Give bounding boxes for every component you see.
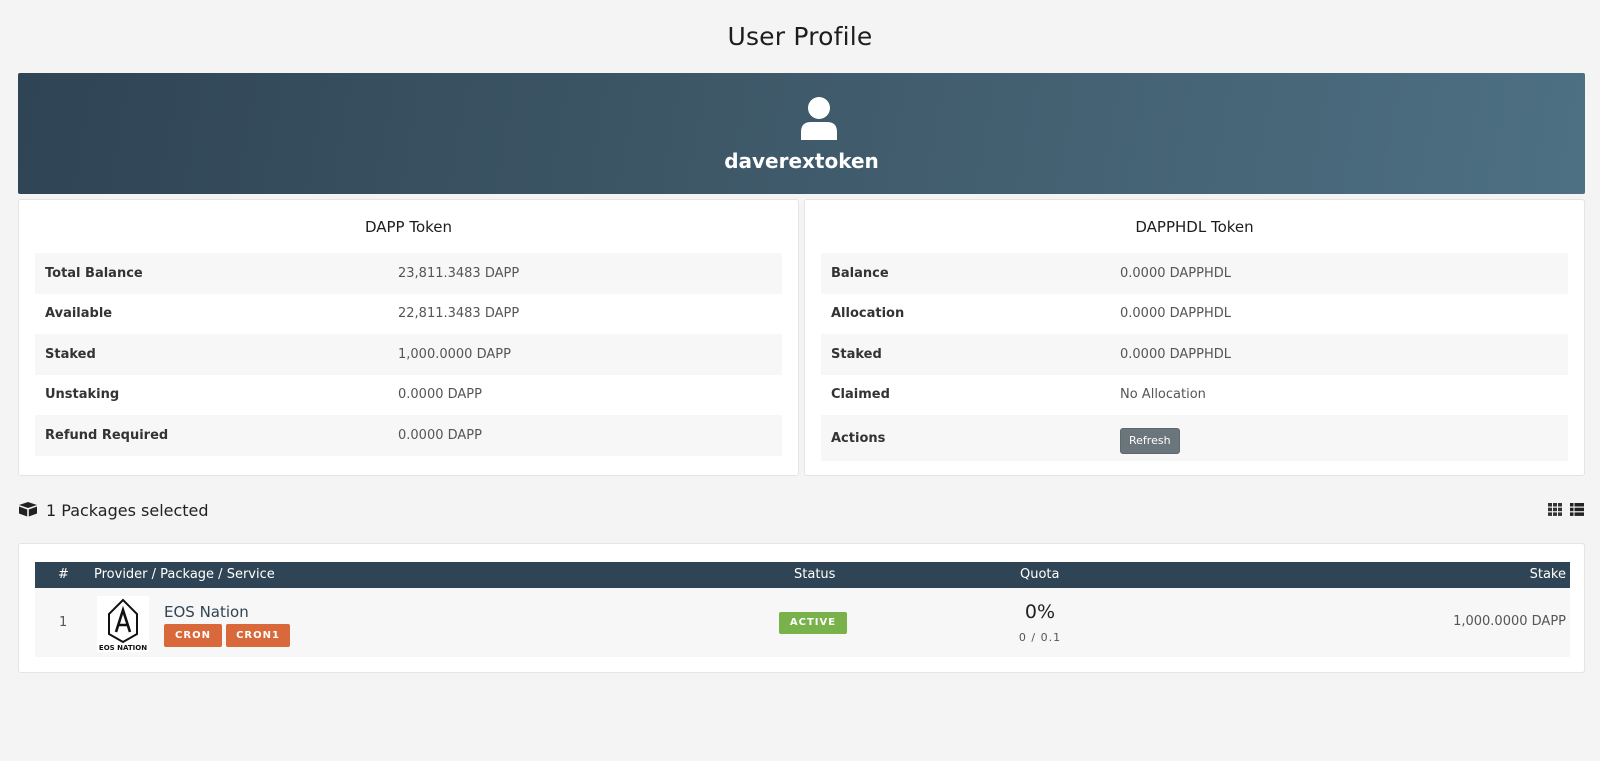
dapphdl-token-title: DAPPHDL Token [1135, 218, 1254, 236]
packages-table-header: # Provider / Package / Service Status Qu… [35, 562, 1570, 588]
row-label: Unstaking [45, 387, 120, 403]
profile-username: daverextoken [724, 149, 879, 173]
dapphdl-row-balance: Balance 0.0000 DAPPHDL [821, 253, 1568, 294]
row-label: Total Balance [45, 265, 143, 281]
col-quota: Quota [1020, 567, 1060, 582]
dapphdl-row-allocation: Allocation 0.0000 DAPPHDL [821, 294, 1568, 335]
row-label: Available [45, 306, 113, 322]
row-label: Claimed [831, 387, 890, 403]
provider-name[interactable]: EOS Nation [164, 603, 249, 621]
grid-view-icon[interactable] [1548, 503, 1562, 516]
dapphdl-token-card: DAPPHDL Token Balance 0.0000 DAPPHDL All… [804, 199, 1585, 476]
row-value: 0.0000 DAPPHDL [1120, 306, 1232, 322]
row-value: 0.0000 DAPPHDL [1120, 346, 1232, 362]
stake-value: 1,000.0000 DAPP [1453, 614, 1566, 629]
packages-header: 1 Packages selected [18, 499, 1585, 521]
row-value: No Allocation [1120, 387, 1206, 403]
row-label: Refund Required [45, 427, 169, 443]
dapp-row-refund-required: Refund Required 0.0000 DAPP [35, 415, 782, 456]
dapp-row-available: Available 22,811.3483 DAPP [35, 294, 782, 335]
col-index: # [58, 567, 69, 582]
row-value: 0.0000 DAPP [398, 387, 482, 403]
row-value: 23,811.3483 DAPP [398, 265, 520, 281]
row-value: 1,000.0000 DAPP [398, 346, 511, 362]
row-label: Allocation [831, 306, 905, 322]
status-badge: ACTIVE [779, 612, 847, 634]
dapphdl-row-staked: Staked 0.0000 DAPPHDL [821, 334, 1568, 375]
col-provider: Provider / Package / Service [94, 567, 275, 582]
dapp-row-total-balance: Total Balance 23,811.3483 DAPP [35, 253, 782, 294]
packages-table-card: # Provider / Package / Service Status Qu… [18, 543, 1585, 673]
user-icon [801, 97, 837, 140]
dapp-token-title: DAPP Token [364, 218, 453, 236]
list-view-icon[interactable] [1570, 503, 1584, 516]
col-status: Status [794, 567, 836, 582]
row-value: 22,811.3483 DAPP [398, 306, 520, 322]
row-value: 0.0000 DAPP [398, 427, 482, 443]
eos-nation-logo: EOS NATION [97, 596, 149, 652]
row-index: 1 [59, 615, 68, 630]
row-label: Balance [831, 265, 889, 281]
quota-ratio: 0 / 0.1 [1018, 631, 1062, 644]
packages-summary: 1 Packages selected [46, 501, 209, 520]
dapp-row-unstaking: Unstaking 0.0000 DAPP [35, 375, 782, 416]
refresh-button[interactable]: Refresh [1120, 428, 1180, 454]
row-label: Actions [831, 430, 886, 446]
dapphdl-row-actions: Actions Refresh [821, 415, 1568, 461]
row-value: 0.0000 DAPPHDL [1120, 265, 1232, 281]
page-title: User Profile [727, 22, 873, 51]
cubes-icon [19, 502, 37, 517]
profile-banner: daverextoken [18, 73, 1585, 194]
service-tag-cron1[interactable]: CRON1 [226, 624, 290, 647]
svg-text:EOS NATION: EOS NATION [99, 644, 147, 652]
service-tag-cron[interactable]: CRON [164, 624, 222, 647]
col-stake: Stake [1529, 567, 1566, 582]
table-row[interactable]: 1 EOS NATION EOS Nation CRON CRON1 ACTIV… [35, 588, 1570, 657]
dapphdl-row-claimed: Claimed No Allocation [821, 375, 1568, 416]
dapp-token-card: DAPP Token Total Balance 23,811.3483 DAP… [18, 199, 799, 476]
dapp-row-staked: Staked 1,000.0000 DAPP [35, 334, 782, 375]
row-label: Staked [831, 346, 882, 362]
row-label: Staked [45, 346, 96, 362]
quota-percent: 0% [1024, 601, 1056, 623]
